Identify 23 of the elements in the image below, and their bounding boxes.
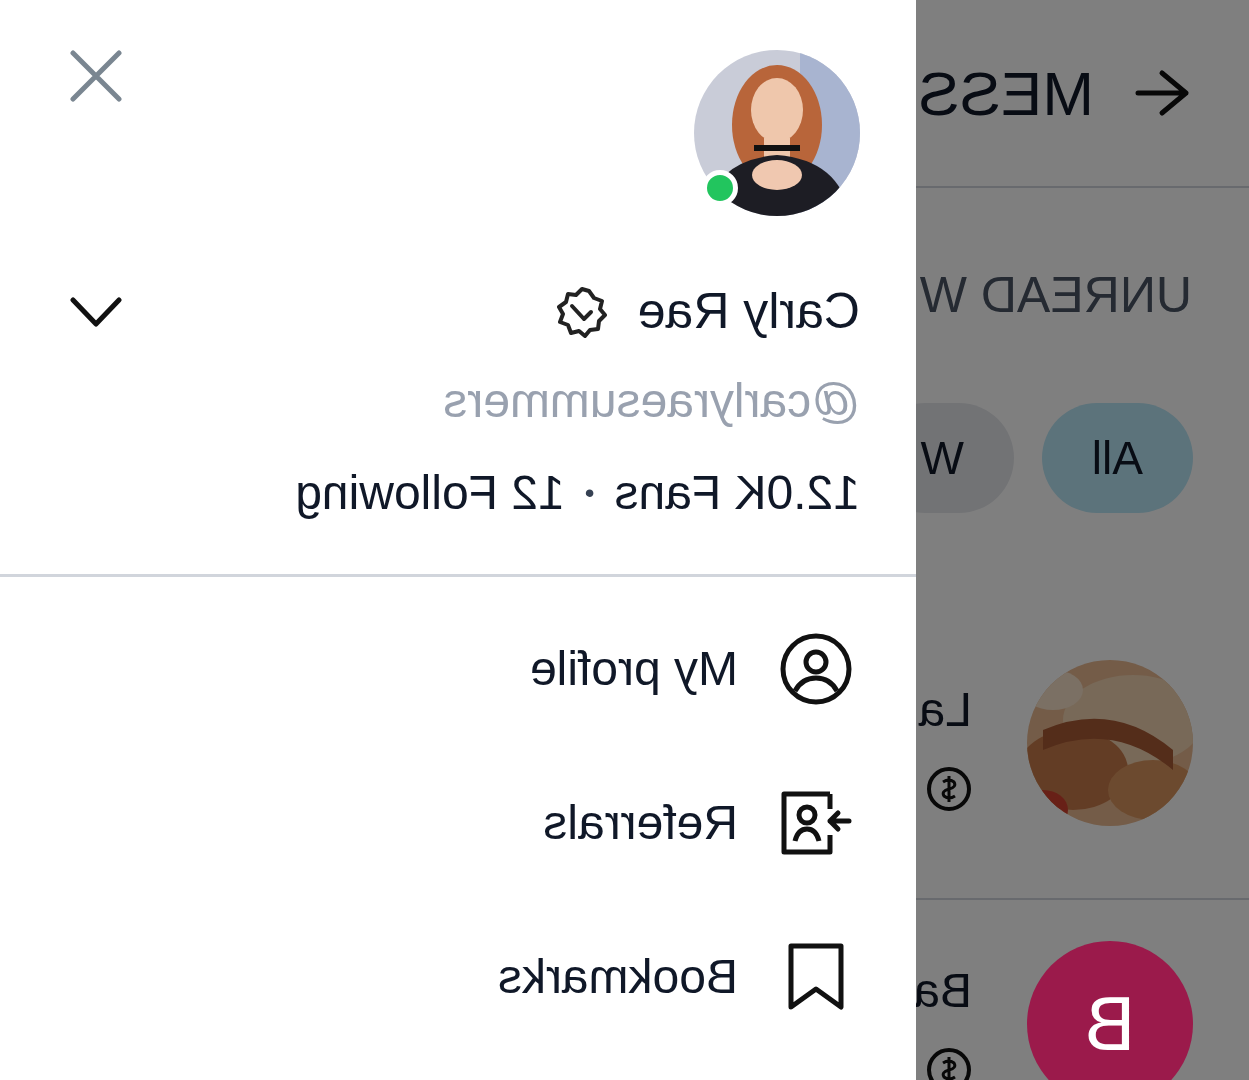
menu-item[interactable]: My profile — [0, 592, 916, 746]
filter-chip[interactable]: W — [916, 403, 1014, 513]
fans-count: 12.0K Fans — [614, 465, 860, 521]
following-count: 12 Following — [295, 465, 565, 521]
bookmark-icon — [786, 943, 846, 1011]
close-icon — [70, 50, 122, 102]
filter-chip[interactable]: All — [1041, 403, 1193, 513]
referral-icon — [780, 791, 852, 855]
page-title: MESS — [918, 57, 1094, 130]
section-label: UNREAD W — [918, 266, 1193, 325]
back-arrow-icon — [1134, 69, 1190, 117]
separator-dot: • — [584, 476, 595, 510]
menu-item[interactable]: Bookmarks — [0, 900, 916, 1054]
chat-name: La — [918, 682, 972, 738]
person-icon — [780, 633, 852, 705]
avatar: B — [1027, 941, 1193, 1080]
menu-item[interactable]: Referrals — [0, 746, 916, 900]
profile-name: Carly Rae — [637, 282, 860, 341]
dollar-coin-icon — [926, 1047, 972, 1080]
chevron-down-icon — [70, 296, 122, 327]
chat-name: Ba — [916, 963, 972, 1019]
profile-handle: @carlyraesummers — [442, 373, 861, 429]
dollar-coin-icon — [926, 766, 972, 812]
